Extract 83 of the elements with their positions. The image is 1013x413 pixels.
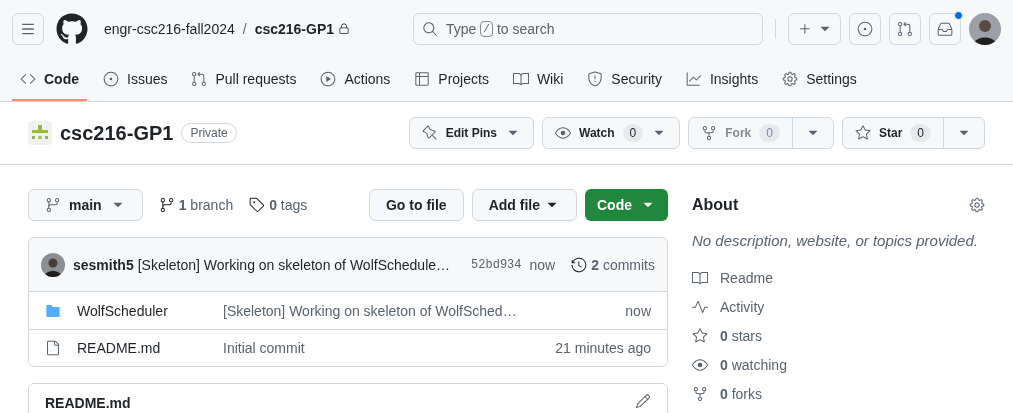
file-icon — [45, 340, 61, 356]
branch-icon — [158, 197, 175, 213]
code-button[interactable]: Code — [585, 189, 668, 221]
tags-link[interactable]: 0 tags — [249, 195, 308, 215]
avatar — [41, 252, 65, 277]
nav-tab[interactable]: Security — [579, 58, 670, 101]
file-commit-message[interactable]: [Skeleton] Working on skeleton of WolfSched… — [223, 300, 517, 321]
repo-title[interactable]: csc216-GP1 — [60, 119, 174, 147]
eye-icon — [692, 356, 708, 373]
menu-button[interactable] — [12, 13, 44, 45]
inbox-icon — [937, 21, 953, 37]
inbox-button[interactable] — [929, 13, 961, 45]
commit-author[interactable]: sesmith5 — [73, 254, 134, 275]
pull-request-icon — [191, 70, 208, 87]
nav-tab[interactable]: Wiki — [504, 58, 572, 101]
lock-icon — [338, 23, 351, 35]
counter: 0 — [910, 124, 931, 142]
tag-icon — [249, 197, 266, 213]
nav-tab[interactable]: Issues — [95, 58, 176, 101]
star-icon — [854, 125, 871, 141]
about-title: About — [692, 195, 739, 215]
branches-link[interactable]: 1 branch — [158, 195, 234, 215]
nav-tab[interactable]: Settings — [774, 58, 865, 101]
fork-icon — [701, 125, 718, 141]
repo-action-button[interactable]: Star 0 — [841, 117, 985, 149]
repo-avatar-icon — [28, 121, 52, 145]
about-link[interactable]: 0 watching — [692, 350, 985, 380]
play-icon — [320, 70, 337, 87]
branch-button[interactable]: main — [28, 189, 143, 221]
nav-tab[interactable]: Insights — [677, 58, 767, 101]
go-to-file-button[interactable]: Go to file — [369, 189, 464, 221]
file-name[interactable]: README.md — [77, 338, 223, 358]
add-file-button[interactable]: Add file — [471, 189, 577, 221]
counter: 0 — [622, 124, 644, 142]
pull-request-icon — [897, 21, 913, 37]
repo-action-button[interactable]: Edit Pins — [408, 117, 534, 149]
pulse-icon — [692, 298, 708, 315]
nav-tab[interactable]: Code — [12, 58, 87, 101]
eye-icon — [555, 125, 571, 141]
table-icon — [414, 70, 431, 87]
fork-icon — [692, 385, 708, 402]
pencil-icon[interactable] — [635, 393, 651, 409]
about-description: No description, website, or topics provided. — [692, 231, 979, 251]
nav-tab[interactable]: Projects — [406, 58, 497, 101]
search-icon — [422, 21, 438, 37]
pull-requests-button[interactable] — [889, 13, 921, 45]
breadcrumb-separator: / — [242, 20, 247, 39]
commits-link[interactable]: 2 commits — [571, 254, 655, 275]
graph-icon — [685, 70, 702, 87]
book-icon — [512, 70, 529, 87]
about-link[interactable]: 0 forks — [692, 379, 985, 409]
book-icon — [692, 269, 708, 286]
readme-title: README.md — [45, 394, 131, 413]
commit-sha[interactable]: 52bd934 — [471, 256, 522, 273]
about-link[interactable]: 0 stars — [692, 321, 985, 351]
history-icon — [571, 256, 588, 273]
settings-icon[interactable] — [969, 197, 985, 213]
repo-link[interactable]: csc216-GP1 — [254, 19, 335, 39]
file-time: 21 minutes ago — [555, 339, 651, 358]
about-link[interactable]: Activity — [692, 292, 985, 322]
issues-button[interactable] — [849, 13, 881, 45]
nav-tab[interactable]: Actions — [312, 58, 399, 101]
owner-link[interactable]: engr-csc216-fall2024 — [104, 19, 235, 39]
repo-action-button[interactable]: Watch 0 — [542, 117, 681, 149]
search-field[interactable]: Type / to search — [413, 13, 763, 45]
nav-tab[interactable]: Pull requests — [183, 58, 305, 101]
branch-icon — [45, 197, 61, 213]
folder-icon — [45, 302, 61, 319]
commit-time: now — [529, 255, 556, 275]
about-link[interactable]: Readme — [692, 263, 985, 293]
commit-message[interactable]: [Skeleton] Working on skeleton of WolfSchedule… — [137, 254, 451, 275]
settings-icon — [782, 70, 799, 87]
menu-icon — [20, 21, 36, 37]
shield-icon — [587, 70, 604, 87]
counter: 0 — [759, 124, 780, 142]
create-button[interactable] — [788, 13, 841, 45]
github-logo-icon[interactable] — [56, 13, 88, 45]
avatar[interactable] — [969, 13, 1001, 45]
file-name[interactable]: WolfScheduler — [77, 300, 223, 321]
file-time: now — [625, 301, 651, 321]
pin-icon — [421, 125, 438, 141]
file-commit-message[interactable]: Initial commit — [223, 338, 305, 358]
star-icon — [692, 327, 708, 344]
